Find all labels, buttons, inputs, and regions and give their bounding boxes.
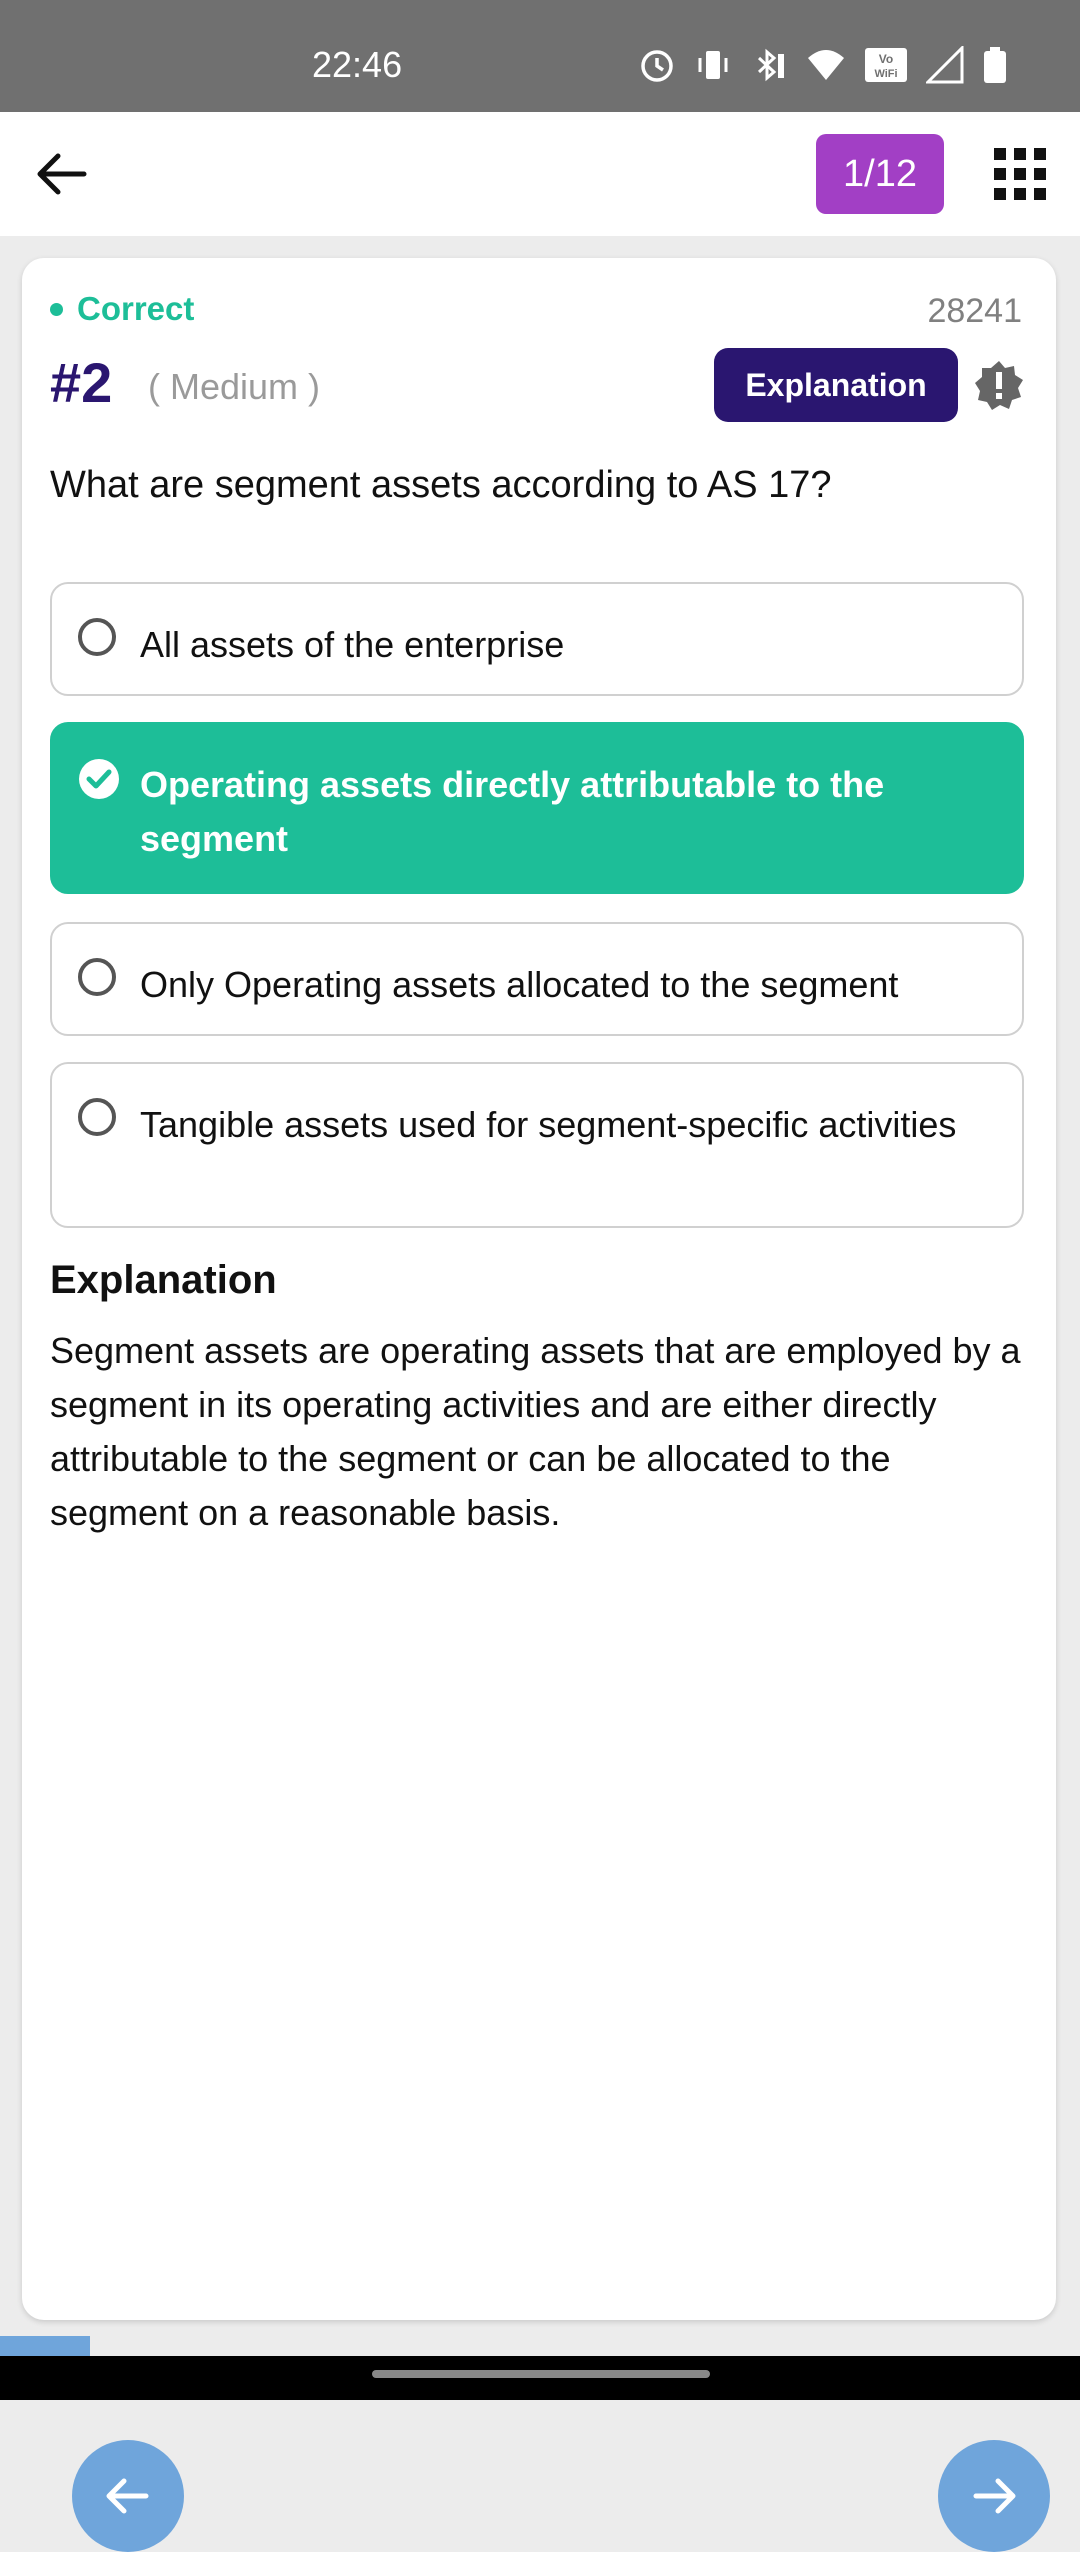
radio-unchecked-icon [78,958,116,996]
grid-menu-button[interactable] [992,146,1048,202]
explanation-title: Explanation [50,1258,277,1302]
option-label: All assets of the enterprise [140,624,565,665]
status-label: Correct [77,290,195,327]
radio-unchecked-icon [78,1098,116,1136]
option-label: Only Operating assets allocated to the s… [140,964,899,1005]
option-label: Tangible assets used for segment-specifi… [140,1104,957,1145]
question-card: Correct 28241 #2 ( Medium ) Explanation … [22,258,1056,2552]
arrow-left-icon [37,153,87,195]
question-number: #2 [50,351,113,414]
option-2[interactable]: Operating assets directly attributable t… [50,722,1024,894]
option-4[interactable]: Tangible assets used for segment-specifi… [50,1062,1024,1228]
progress-indicator [0,2336,90,2356]
question-text: What are segment assets according to AS … [50,464,832,506]
wifi-icon [806,46,846,89]
explanation-button[interactable]: Explanation [714,348,958,422]
vibrate-icon [694,46,732,89]
radio-unchecked-icon [78,618,116,656]
next-button[interactable] [938,2440,1050,2552]
previous-button[interactable] [72,2440,184,2552]
svg-text:Vo: Vo [879,52,893,66]
status-dot-icon [50,302,63,316]
question-id: 28241 [927,292,1022,330]
battery-icon [982,46,1008,89]
status-time: 22:46 [312,44,403,85]
option-3[interactable]: Only Operating assets allocated to the s… [50,922,1024,1036]
status-bar: 22:46 Vo WiFi [0,0,1080,112]
vowifi-icon: Vo WiFi [864,46,908,89]
status-icons: Vo WiFi [638,44,1008,89]
report-button[interactable] [974,360,1024,410]
option-1[interactable]: All assets of the enterprise [50,582,1024,696]
navigation-bar [0,2356,1080,2400]
option-label: Operating assets directly attributable t… [140,764,885,859]
explanation-text: Segment assets are operating assets that… [50,1330,1021,1533]
check-circle-icon [79,759,119,799]
home-indicator[interactable] [372,2370,710,2378]
alarm-icon [638,46,676,89]
difficulty-label: ( Medium ) [148,366,321,407]
app-bar: 1/12 [0,112,1080,236]
signal-icon [924,44,964,89]
arrow-left-icon [106,2478,149,2514]
report-badge-icon [975,361,1023,410]
svg-text:WiFi: WiFi [874,68,897,80]
arrow-right-icon [973,2478,1016,2514]
answer-status: Correct [50,290,194,328]
grid-icon [994,148,1046,200]
question-counter-button[interactable]: 1/12 [816,134,944,214]
bluetooth-icon [750,46,788,89]
back-button[interactable] [30,142,94,206]
